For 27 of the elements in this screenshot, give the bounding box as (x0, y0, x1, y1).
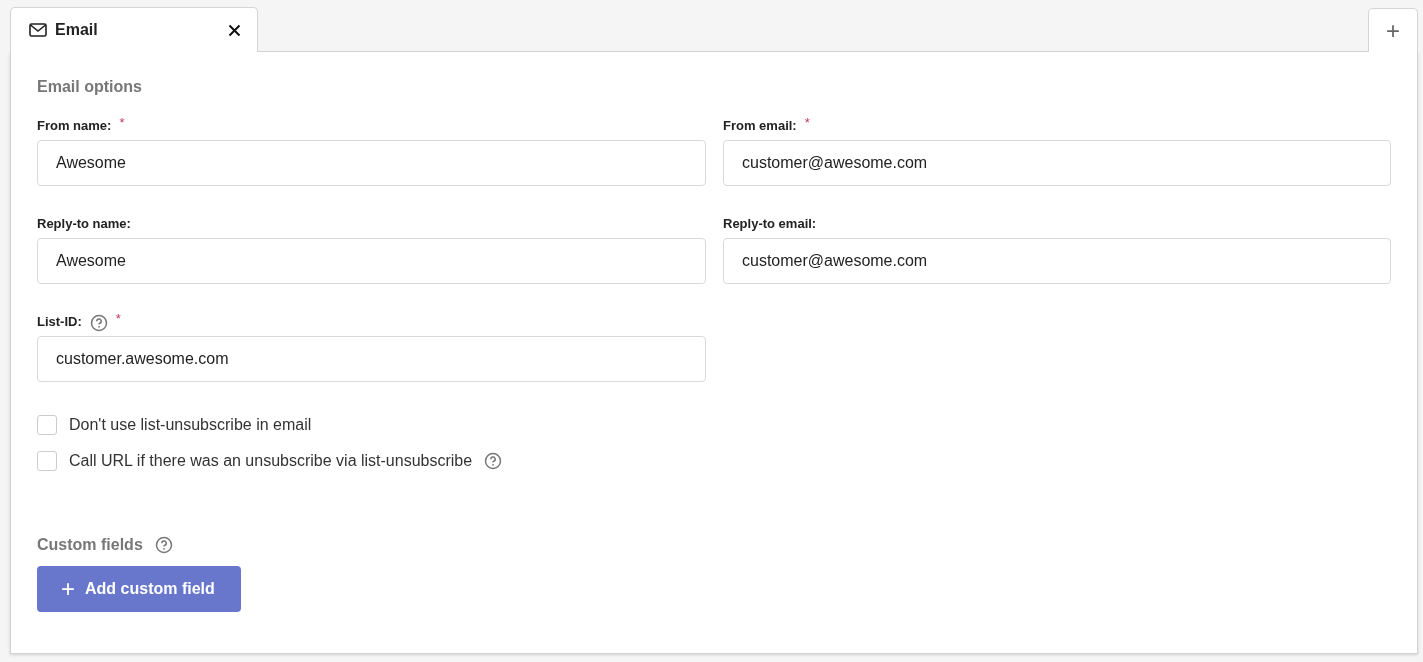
required-mark: * (115, 314, 121, 324)
text-field[interactable]: Awesome (37, 238, 706, 284)
help-icon[interactable] (154, 536, 173, 554)
email-tab[interactable]: Email (10, 7, 258, 52)
field-label: From name: (37, 118, 112, 133)
text-field[interactable]: customer@awesome.com (723, 238, 1391, 284)
checkbox[interactable] (37, 415, 57, 435)
section-title: Custom fields (37, 536, 143, 554)
required-mark: * (119, 118, 125, 128)
field-label: Reply-to email: (723, 216, 817, 231)
help-icon[interactable] (484, 452, 503, 470)
text-field[interactable]: customer.awesome.com (37, 336, 706, 382)
add-custom-field-button[interactable]: + Add custom field (37, 566, 241, 612)
text-field[interactable]: customer@awesome.com (723, 140, 1391, 186)
envelope-icon (29, 23, 47, 37)
checkbox-label: Call URL if there was an unsubscribe via list-unsubscribe (69, 452, 473, 470)
field-label: From email: (723, 118, 797, 133)
help-icon[interactable] (89, 314, 108, 332)
text-field[interactable]: Awesome (37, 140, 706, 186)
required-mark: * (804, 118, 810, 128)
checkbox-label: Don't use list-unsubscribe in email (69, 416, 312, 434)
close-icon[interactable] (228, 23, 241, 37)
section-title: Email options (37, 78, 143, 96)
checkbox[interactable] (37, 451, 57, 471)
field-label: List-ID: (37, 314, 82, 329)
add-tab-button[interactable]: + (1368, 8, 1418, 52)
field-label: Reply-to name: (37, 216, 131, 231)
